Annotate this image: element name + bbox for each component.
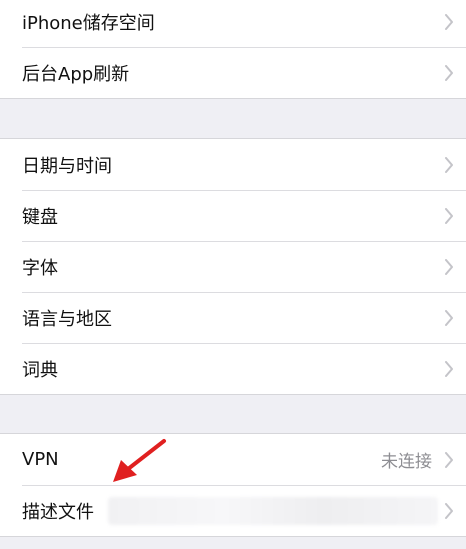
chevron-right-icon bbox=[445, 156, 453, 173]
row-label: iPhone储存空间 bbox=[22, 12, 155, 34]
row-label: 词典 bbox=[22, 359, 58, 381]
row-vpn[interactable]: VPN 未连接 bbox=[0, 434, 466, 485]
row-profiles[interactable]: 描述文件 bbox=[0, 485, 466, 536]
chevron-right-icon bbox=[445, 64, 453, 81]
row-language-region[interactable]: 语言与地区 bbox=[0, 292, 466, 343]
settings-group-locale: 日期与时间 键盘 字体 语言与地区 词典 bbox=[0, 138, 466, 395]
row-keyboard[interactable]: 键盘 bbox=[0, 190, 466, 241]
vpn-status: 未连接 bbox=[381, 452, 432, 472]
row-label: 语言与地区 bbox=[22, 308, 112, 330]
row-label: 后台App刷新 bbox=[22, 63, 130, 85]
redacted-profile-name bbox=[108, 497, 438, 525]
row-label: 字体 bbox=[22, 257, 58, 279]
row-fonts[interactable]: 字体 bbox=[0, 241, 466, 292]
row-iphone-storage[interactable]: iPhone储存空间 bbox=[0, 0, 466, 47]
row-label: 键盘 bbox=[22, 206, 58, 228]
row-background-app-refresh[interactable]: 后台App刷新 bbox=[0, 47, 466, 98]
chevron-right-icon bbox=[445, 360, 453, 377]
row-date-time[interactable]: 日期与时间 bbox=[0, 139, 466, 190]
row-label: VPN bbox=[22, 449, 59, 470]
chevron-right-icon bbox=[445, 13, 453, 30]
chevron-right-icon bbox=[445, 207, 453, 224]
chevron-right-icon bbox=[445, 309, 453, 326]
settings-group-storage: iPhone储存空间 后台App刷新 bbox=[0, 0, 466, 99]
row-label: 描述文件 bbox=[22, 501, 94, 523]
settings-general-screen: iPhone储存空间 后台App刷新 日期与时间 键盘 字体 语言与地区 词典 bbox=[0, 0, 466, 549]
chevron-right-icon bbox=[445, 258, 453, 275]
chevron-right-icon bbox=[445, 451, 453, 468]
row-dictionary[interactable]: 词典 bbox=[0, 343, 466, 394]
settings-group-vpn-profiles: VPN 未连接 描述文件 bbox=[0, 433, 466, 537]
chevron-right-icon bbox=[445, 502, 453, 519]
row-label: 日期与时间 bbox=[22, 155, 112, 177]
